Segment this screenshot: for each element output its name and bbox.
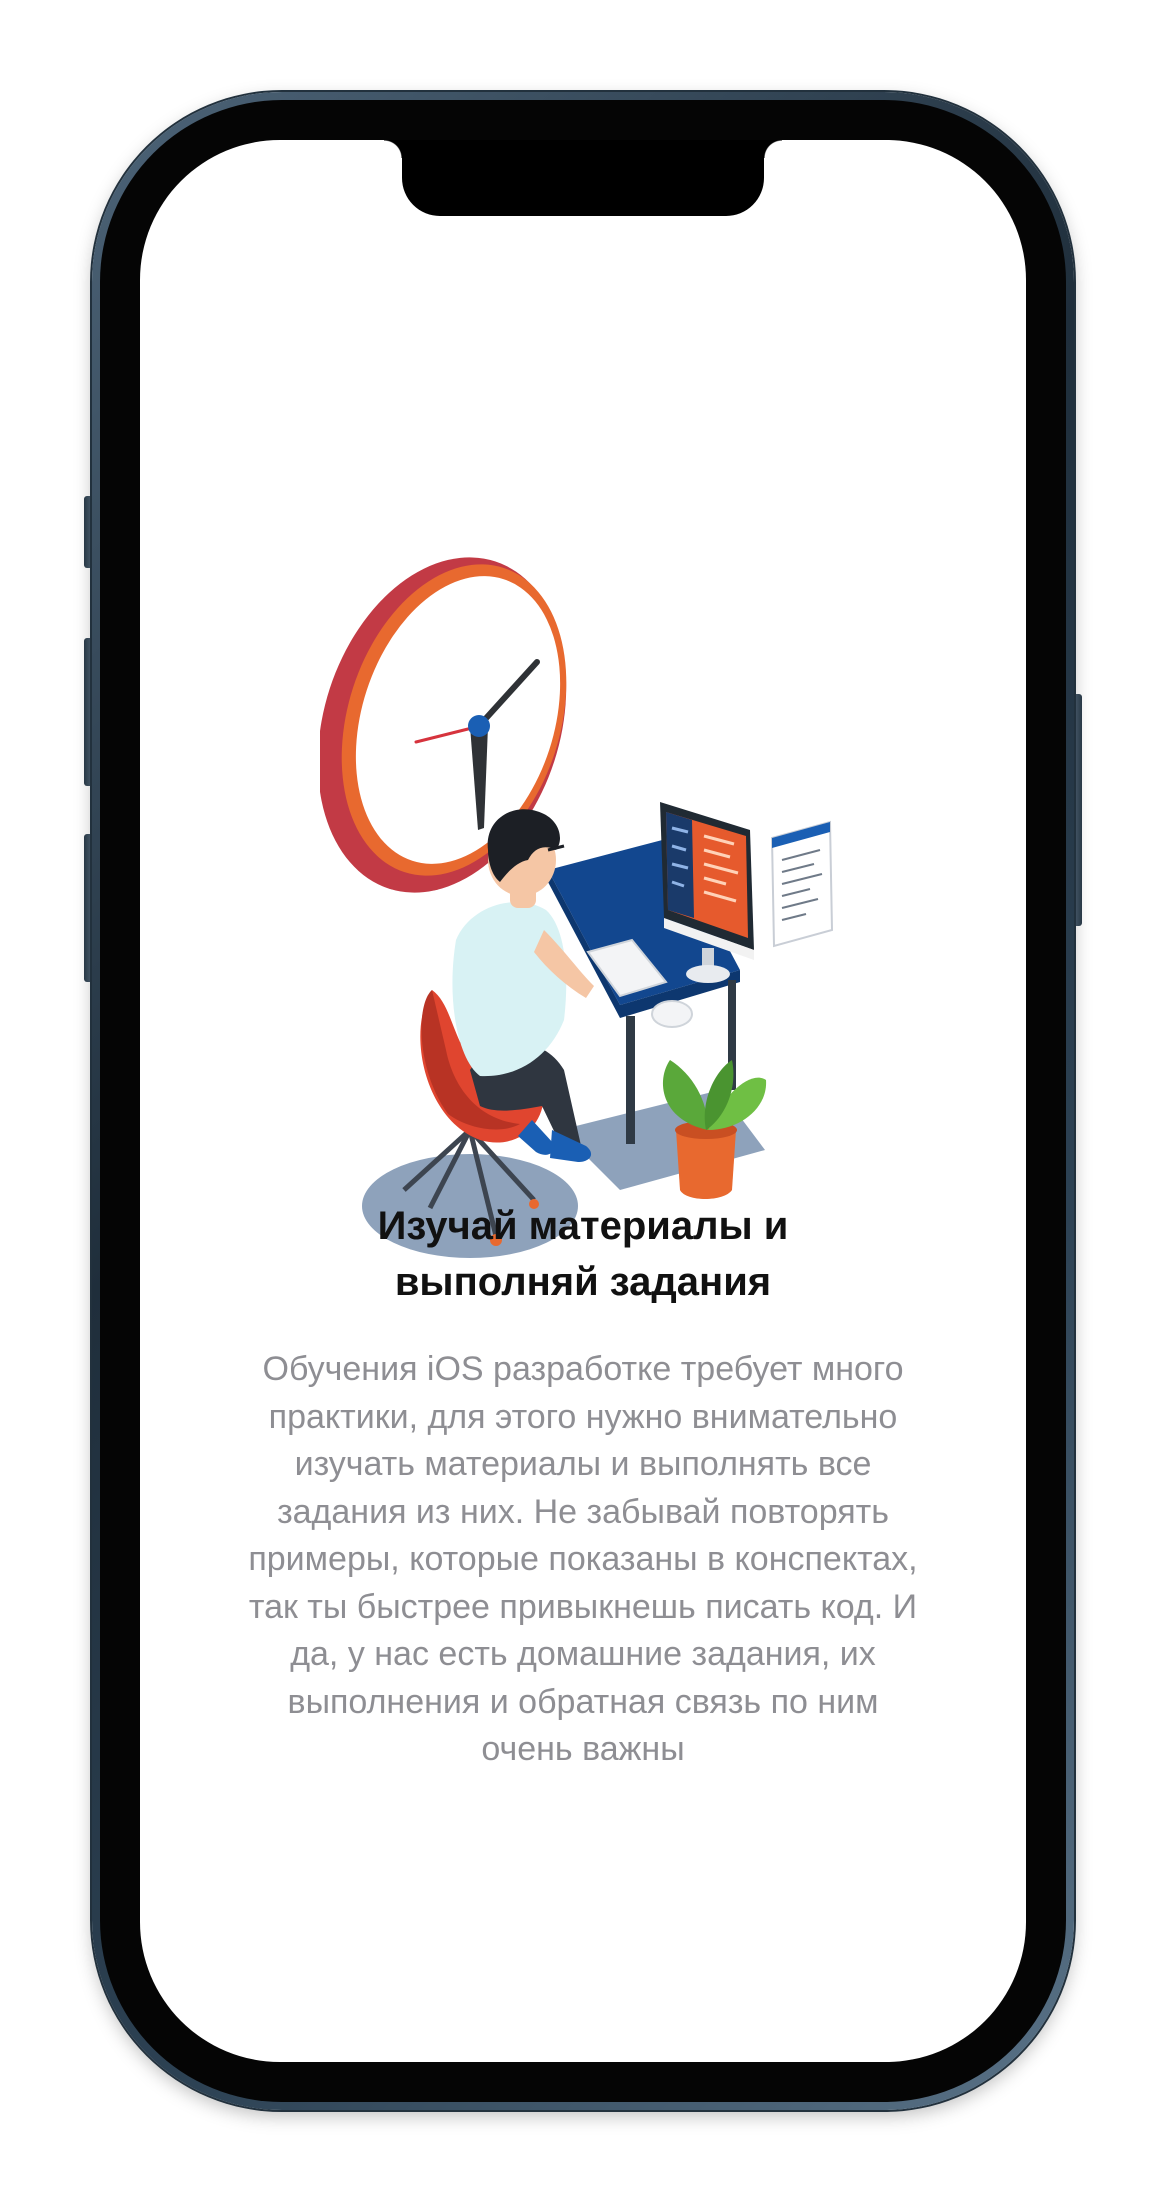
title-line: Изучай материалы и (377, 1204, 789, 1248)
title-line: выполняй задания (394, 1260, 772, 1304)
document-icon (770, 820, 834, 948)
description-line: изучать материалы и выполнять все (294, 1445, 872, 1483)
description-line: очень важны (481, 1730, 685, 1768)
description-line: задания из них. Не забывай повторять (277, 1492, 889, 1531)
plant-icon (662, 1060, 767, 1199)
description-line: да, у нас есть домашние задания, их (290, 1635, 876, 1673)
description-line: Обучения iOS разработке требует много (262, 1350, 904, 1388)
onboarding-description: Обучения iOS разработке требует много пр… (200, 1346, 966, 1774)
device-mockup: Изучай материалы и выполняй задания Обуч… (0, 0, 1166, 2200)
description-line: примеры, которые показаны в конспектах, (248, 1540, 918, 1578)
description-line: выполнения и обратная связь по ним (287, 1682, 879, 1721)
notch (384, 140, 782, 216)
mouse-icon (651, 1000, 693, 1028)
description-line: практики, для этого нужно внимательно (268, 1397, 898, 1436)
onboarding-title: Изучай материалы и выполняй задания (200, 1198, 966, 1310)
description-line: так ты быстрее привыкнешь писать код. И (248, 1587, 918, 1626)
developer-at-desk-illustration (320, 557, 834, 1258)
clock-icon (320, 557, 567, 893)
onboarding-screen: Изучай материалы и выполняй задания Обуч… (140, 140, 1026, 2062)
